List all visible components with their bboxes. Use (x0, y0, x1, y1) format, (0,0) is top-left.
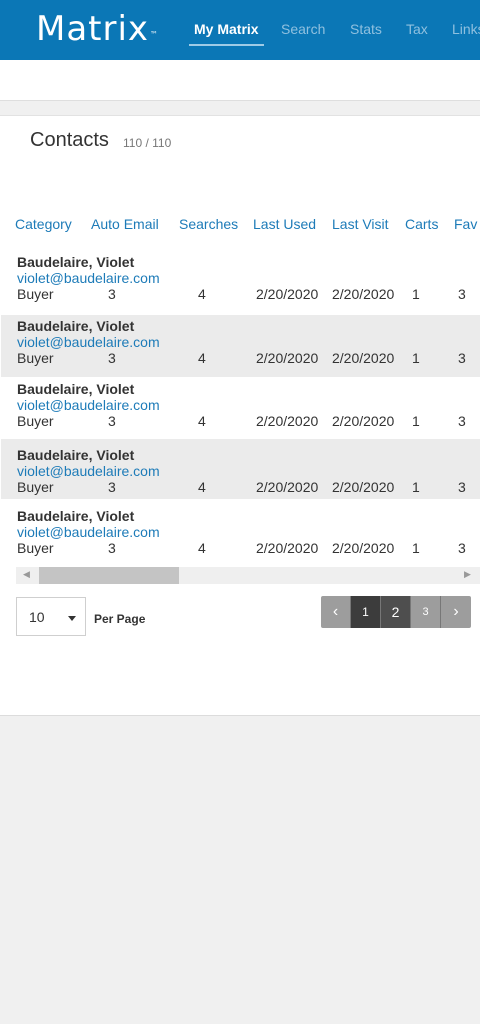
last-visit-cell: 2/20/2020 (332, 479, 395, 495)
toolbar-strip (0, 60, 480, 101)
per-page-value: 10 (29, 609, 45, 625)
auto-email-cell: 3 (108, 286, 116, 302)
contacts-panel: Contacts 110 / 110 Category Auto Email S… (0, 115, 480, 716)
column-header-carts[interactable]: Carts (405, 216, 438, 232)
next-page-button[interactable]: › (441, 596, 471, 628)
carts-cell: 1 (412, 413, 420, 429)
column-header-auto-email[interactable]: Auto Email (91, 216, 159, 232)
category-cell: Buyer (17, 286, 54, 302)
searches-cell: 4 (198, 286, 206, 302)
table-row[interactable]: Baudelaire, Violet violet@baudelaire.com… (1, 315, 480, 377)
searches-cell: 4 (198, 479, 206, 495)
active-nav-indicator (189, 44, 264, 46)
page-3-button[interactable]: 3 (411, 596, 441, 628)
caret-down-icon (68, 616, 76, 621)
matrix-logo[interactable]: Matrix™ (36, 9, 158, 49)
last-used-cell: 2/20/2020 (256, 286, 319, 302)
horizontal-scrollbar[interactable]: ◀ ▶ (16, 567, 480, 584)
scroll-left-arrow-icon[interactable]: ◀ (23, 569, 30, 580)
page-2-button[interactable]: 2 (381, 596, 411, 628)
category-cell: Buyer (17, 540, 54, 556)
searches-cell: 4 (198, 350, 206, 366)
column-header-fav[interactable]: Fav (454, 216, 477, 232)
scroll-right-arrow-icon[interactable]: ▶ (464, 569, 471, 580)
page-title: Contacts (30, 129, 109, 151)
fav-cell: 3 (458, 286, 466, 302)
prev-page-button[interactable]: ‹ (321, 596, 351, 628)
searches-cell: 4 (198, 540, 206, 556)
per-page-label: Per Page (94, 612, 146, 626)
column-header-last-visit[interactable]: Last Visit (332, 216, 389, 232)
contact-email-link[interactable]: violet@baudelaire.com (17, 397, 160, 413)
carts-cell: 1 (412, 350, 420, 366)
contact-name[interactable]: Baudelaire, Violet (17, 254, 134, 270)
table-row[interactable]: Baudelaire, Violet violet@baudelaire.com… (0, 505, 480, 567)
last-used-cell: 2/20/2020 (256, 350, 319, 366)
fav-cell: 3 (458, 413, 466, 429)
last-visit-cell: 2/20/2020 (332, 540, 395, 556)
contact-email-link[interactable]: violet@baudelaire.com (17, 334, 160, 350)
category-cell: Buyer (17, 350, 54, 366)
carts-cell: 1 (412, 286, 420, 302)
fav-cell: 3 (458, 540, 466, 556)
nav-stats[interactable]: Stats (350, 21, 382, 37)
fav-cell: 3 (458, 350, 466, 366)
scrollbar-thumb[interactable] (39, 567, 179, 584)
contact-name[interactable]: Baudelaire, Violet (17, 447, 134, 463)
auto-email-cell: 3 (108, 350, 116, 366)
table-row[interactable]: Baudelaire, Violet violet@baudelaire.com… (1, 439, 480, 499)
contact-name[interactable]: Baudelaire, Violet (17, 381, 134, 397)
contacts-count: 110 / 110 (123, 136, 172, 150)
last-used-cell: 2/20/2020 (256, 479, 319, 495)
column-header-searches[interactable]: Searches (179, 216, 238, 232)
contact-email-link[interactable]: violet@baudelaire.com (17, 270, 160, 286)
last-visit-cell: 2/20/2020 (332, 413, 395, 429)
last-visit-cell: 2/20/2020 (332, 286, 395, 302)
last-used-cell: 2/20/2020 (256, 413, 319, 429)
nav-my-matrix[interactable]: My Matrix (194, 21, 259, 37)
auto-email-cell: 3 (108, 479, 116, 495)
contact-name[interactable]: Baudelaire, Violet (17, 318, 134, 334)
fav-cell: 3 (458, 479, 466, 495)
page-1-button[interactable]: 1 (351, 596, 381, 628)
auto-email-cell: 3 (108, 540, 116, 556)
last-visit-cell: 2/20/2020 (332, 350, 395, 366)
table-row[interactable]: Baudelaire, Violet violet@baudelaire.com… (0, 251, 480, 313)
nav-tax[interactable]: Tax (406, 21, 428, 37)
nav-search[interactable]: Search (281, 21, 325, 37)
carts-cell: 1 (412, 540, 420, 556)
pagination: ‹ 1 2 3 › (321, 596, 471, 628)
last-used-cell: 2/20/2020 (256, 540, 319, 556)
contact-name[interactable]: Baudelaire, Violet (17, 508, 134, 524)
table-row[interactable]: Baudelaire, Violet violet@baudelaire.com… (0, 378, 480, 440)
carts-cell: 1 (412, 479, 420, 495)
contact-email-link[interactable]: violet@baudelaire.com (17, 524, 160, 540)
column-header-last-used[interactable]: Last Used (253, 216, 316, 232)
column-header-category[interactable]: Category (15, 216, 72, 232)
top-navigation-bar: Matrix™ My Matrix Search Stats Tax Links (0, 0, 480, 60)
contact-email-link[interactable]: violet@baudelaire.com (17, 463, 160, 479)
category-cell: Buyer (17, 413, 54, 429)
auto-email-cell: 3 (108, 413, 116, 429)
nav-links[interactable]: Links (452, 21, 480, 37)
searches-cell: 4 (198, 413, 206, 429)
category-cell: Buyer (17, 479, 54, 495)
per-page-select[interactable]: 10 (16, 597, 86, 636)
